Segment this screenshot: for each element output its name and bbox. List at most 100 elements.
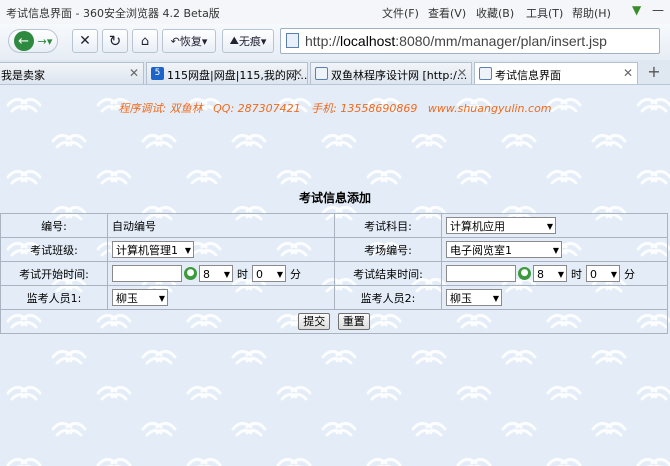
hour-unit: 时 (237, 267, 248, 281)
exam-form: 编号: 自动编号 考试科目: 计算机应用 ▼ 考试班级: 计算机管理1 ▼ 考场编号… (0, 213, 668, 334)
chevron-down-icon: ▾ (260, 34, 267, 48)
proctor2-select[interactable]: 柳玉 ▼ (446, 289, 502, 306)
end-hour-value: 8 (537, 268, 544, 281)
minute-unit: 分 (624, 267, 635, 281)
menu-view[interactable]: 查看(V) (428, 5, 466, 21)
credits-line: 程序调试: 双鱼林 QQ: 287307421 手机: 13558690869 … (118, 102, 552, 115)
refresh-icon: ↻ (108, 32, 122, 50)
restore-button[interactable]: ↶ 恢复 ▾ (162, 29, 216, 53)
proctor2-cell: 柳玉 ▼ (441, 285, 668, 310)
subject-select[interactable]: 计算机应用 ▼ (446, 217, 556, 234)
class-select-value: 计算机管理1 (116, 244, 178, 257)
end-minute-value: 0 (590, 268, 597, 281)
stop-button[interactable]: ✕ (72, 29, 98, 53)
tab-115[interactable]: 5 115网盘|网盘|115,我的网... ✕ (146, 62, 308, 84)
room-cell: 电子阅览室1 ▼ (441, 237, 668, 262)
notrace-label: 无痕 (238, 35, 261, 48)
subject-label: 考试科目: (334, 213, 442, 238)
navigation-toolbar: ← →▾ ✕ ↻ ⌂ ↶ 恢复 ▾ ⛰ 无痕 ▾ http://localhost:80… (0, 24, 670, 61)
end-time-label: 考试结束时间: (334, 261, 442, 286)
calendar-icon[interactable]: ● (518, 267, 531, 280)
notrace-button[interactable]: ⛰ 无痕 ▾ (222, 29, 274, 53)
room-label: 考场编号: (334, 237, 442, 262)
start-hour-value: 8 (203, 268, 210, 281)
back-arrow-icon: ← (13, 31, 34, 51)
button-row: 提交 重置 (0, 309, 668, 334)
hour-unit: 时 (571, 267, 582, 281)
minute-unit: 分 (290, 267, 301, 281)
chevron-down-icon: ▼ (552, 246, 559, 255)
start-minute-select[interactable]: 0 ▼ (252, 265, 286, 282)
reset-button[interactable]: 重置 (337, 313, 370, 330)
start-date-input[interactable] (112, 265, 182, 282)
chevron-down-icon: ▼ (546, 222, 553, 231)
room-select[interactable]: 电子阅览室1 ▼ (446, 241, 562, 258)
address-url[interactable]: http://localhost:8080/mm/manager/plan/in… (305, 33, 607, 49)
proctor1-select[interactable]: 柳玉 ▼ (112, 289, 168, 306)
end-date-input[interactable] (446, 265, 516, 282)
incognito-icon: ⛰ (229, 34, 239, 47)
start-minute-value: 0 (256, 268, 263, 281)
tab-bar: 我是卖家 ✕ 5 115网盘|网盘|115,我的网... ✕ 双鱼林程序设计网 … (0, 60, 670, 85)
new-tab-button[interactable]: + (642, 62, 666, 82)
chevron-down-icon: ▼ (158, 294, 165, 303)
class-label: 考试班级: (0, 237, 108, 262)
close-icon[interactable]: ✕ (623, 66, 633, 80)
page-icon (286, 33, 299, 48)
menu-favorites[interactable]: 收藏(B) (476, 5, 514, 21)
class-cell: 计算机管理1 ▼ (107, 237, 335, 262)
chevron-down-icon: ▼ (223, 270, 230, 279)
tab-seller[interactable]: 我是卖家 ✕ (0, 62, 144, 84)
minimize-icon[interactable]: — (652, 3, 664, 17)
room-select-value: 电子阅览室1 (450, 244, 512, 257)
tab-label: 我是卖家 (1, 69, 45, 82)
form-row: 监考人员1: 柳玉 ▼ 监考人员2: 柳玉 ▼ (0, 285, 668, 310)
class-select[interactable]: 计算机管理1 ▼ (112, 241, 194, 258)
chevron-down-icon: ▼ (184, 246, 191, 255)
refresh-button[interactable]: ↻ (102, 29, 128, 53)
tab-exam-info[interactable]: 考试信息界面 ✕ (474, 62, 638, 84)
115-logo-icon: 5 (151, 67, 164, 80)
update-icon[interactable]: ▼ (632, 3, 641, 17)
submit-button[interactable]: 提交 (298, 313, 331, 330)
end-hour-select[interactable]: 8 ▼ (533, 265, 567, 282)
page-content: 程序调试: 双鱼林 QQ: 287307421 手机: 13558690869 … (0, 85, 670, 466)
url-scheme: http:// (305, 33, 341, 49)
address-bar[interactable]: http://localhost:8080/mm/manager/plan/in… (280, 28, 660, 54)
menu-tools[interactable]: 工具(T) (526, 5, 563, 21)
proctor1-select-value: 柳玉 (116, 292, 138, 305)
home-icon: ⌂ (140, 33, 150, 49)
subject-select-value: 计算机应用 (450, 220, 505, 233)
menu-file[interactable]: 文件(F) (382, 5, 419, 21)
tab-shuangyulin[interactable]: 双鱼林程序设计网 [http:/... ✕ (310, 62, 472, 84)
start-hour-select[interactable]: 8 ▼ (199, 265, 233, 282)
button-cell: 提交 重置 (0, 309, 668, 334)
close-icon[interactable]: ✕ (129, 66, 139, 80)
form-row: 考试开始时间: ● 8 ▼ 时 0 ▼ 分 考试结束时间: ● 8 ▼ 时 0 ▼ 分 (0, 261, 668, 286)
start-time-cell: ● 8 ▼ 时 0 ▼ 分 (107, 261, 335, 286)
close-icon[interactable]: ✕ (457, 66, 467, 80)
back-button[interactable]: ← →▾ (8, 29, 58, 53)
form-title: 考试信息添加 (298, 191, 371, 205)
subject-cell: 计算机应用 ▼ (441, 213, 668, 238)
close-icon[interactable]: ✕ (293, 66, 303, 80)
forward-arrow-icon: →▾ (37, 34, 53, 48)
form-row: 编号: 自动编号 考试科目: 计算机应用 ▼ (0, 213, 668, 238)
chevron-down-icon: ▼ (557, 270, 564, 279)
menu-help[interactable]: 帮助(H) (572, 5, 611, 21)
chevron-down-icon: ▼ (610, 270, 617, 279)
title-bar: 考试信息界面 - 360安全浏览器 4.2 Beta版 文件(F) 查看(V) … (0, 0, 670, 24)
tab-label: 115网盘|网盘|115,我的网... (167, 69, 308, 82)
start-time-label: 考试开始时间: (0, 261, 108, 286)
end-minute-select[interactable]: 0 ▼ (586, 265, 620, 282)
form-row: 考试班级: 计算机管理1 ▼ 考场编号: 电子阅览室1 ▼ (0, 237, 668, 262)
tab-label: 考试信息界面 (495, 69, 561, 82)
id-value: 自动编号 (107, 213, 335, 238)
page-icon (315, 67, 328, 80)
chevron-down-icon: ▾ (201, 34, 208, 48)
chevron-down-icon: ▼ (492, 294, 499, 303)
calendar-icon[interactable]: ● (184, 267, 197, 280)
url-host: localhost (340, 33, 396, 49)
proctor1-cell: 柳玉 ▼ (107, 285, 335, 310)
home-button[interactable]: ⌂ (132, 29, 158, 53)
